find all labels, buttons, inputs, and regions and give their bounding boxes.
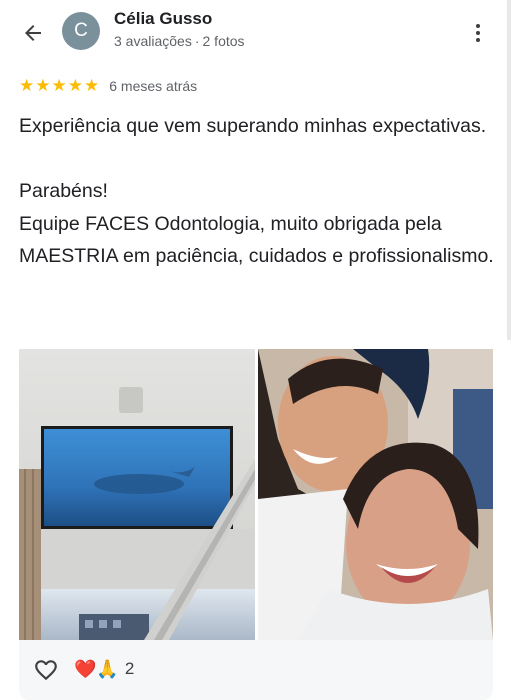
photos-count: 2 fotos (202, 33, 245, 49)
star-icon: ★ (84, 76, 100, 95)
more-options-button[interactable] (466, 18, 490, 48)
reviews-count: 3 avaliações (114, 33, 192, 49)
reviewer-meta: 3 avaliações · 2 fotos (114, 33, 245, 49)
more-vert-icon (476, 24, 480, 28)
review-paragraph: Equipe FACES Odontologia, muito obrigada… (19, 212, 494, 268)
back-button[interactable] (18, 18, 48, 48)
heart-outline-icon (35, 660, 57, 681)
star-icon: ★ (19, 76, 35, 95)
heart-icon: ❤️ (74, 659, 97, 679)
meta-separator: · (194, 33, 200, 49)
star-icon: ★ (67, 76, 83, 95)
review-time: 6 meses atrás (109, 78, 198, 94)
review-paragraph: Experiência que vem superando minhas exp… (19, 115, 487, 137)
star-icon: ★ (35, 76, 51, 95)
reviewer-name[interactable]: Célia Gusso (114, 9, 212, 29)
reactions-summary[interactable]: ❤️ 🙏 2 (74, 657, 134, 681)
review-photo[interactable] (258, 349, 493, 640)
rating-row: ★ ★ ★ ★ ★ 6 meses atrás (19, 76, 197, 96)
star-icon: ★ (51, 76, 67, 95)
ceiling-tv-photo (19, 349, 255, 640)
like-button[interactable] (33, 657, 59, 683)
selfie-photo (258, 349, 493, 640)
avatar[interactable]: C (62, 12, 100, 50)
review-actions: ❤️ 🙏 2 (19, 640, 493, 700)
reaction-count: 2 (124, 659, 135, 678)
review-photo[interactable] (19, 349, 255, 640)
scrollbar[interactable] (507, 0, 511, 340)
star-rating: ★ ★ ★ ★ ★ (19, 76, 99, 96)
avatar-initial: C (74, 20, 88, 41)
review-header: C Célia Gusso 3 avaliações · 2 fotos (0, 0, 511, 64)
praying-hands-icon: 🙏 (96, 659, 119, 679)
review-text: Experiência que vem superando minhas exp… (19, 110, 499, 273)
arrow-back-icon (25, 25, 41, 41)
review-paragraph: Parabéns! (19, 180, 108, 202)
